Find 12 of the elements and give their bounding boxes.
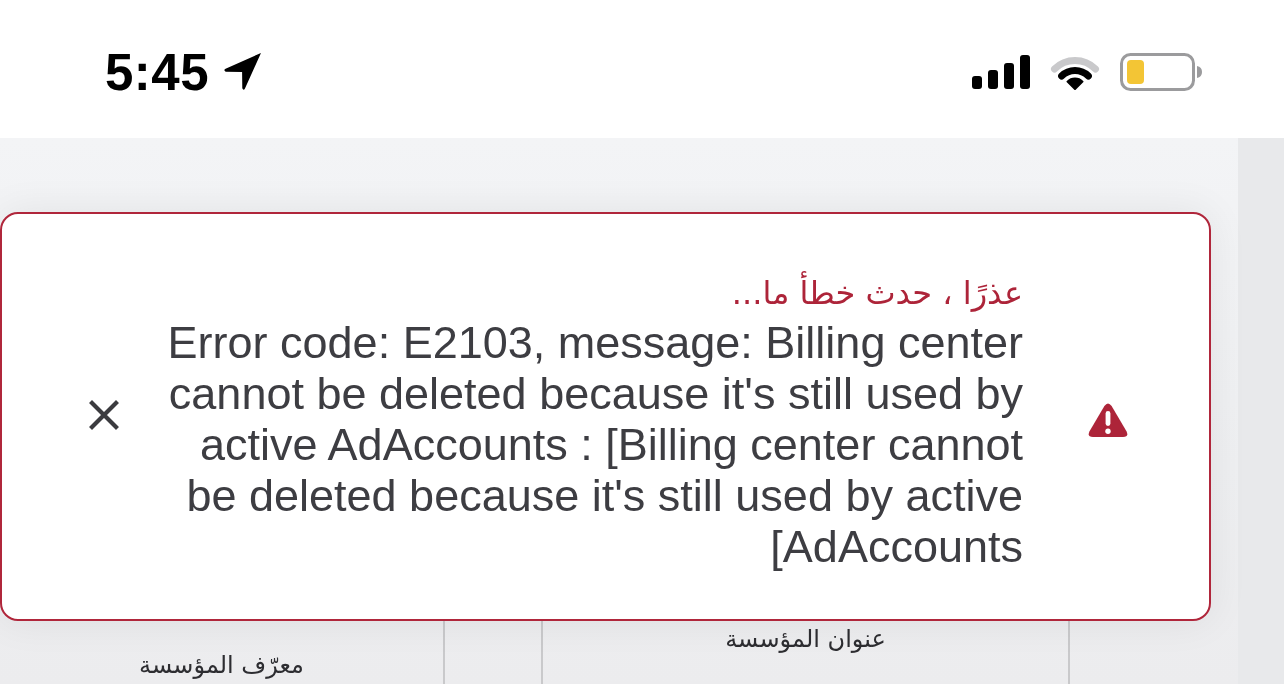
close-button[interactable] [88,398,120,431]
battery-icon [1120,53,1202,91]
error-title: عذرًا ، حدث خطأ ما... [143,273,1023,313]
column-header: معرّف المؤسسة [139,650,304,680]
signal-icon [972,55,1030,89]
location-arrow-icon [223,51,263,91]
column-header: عنوان المؤسسة [725,624,886,654]
warning-icon [1088,403,1128,438]
status-time: 5:45 [105,46,210,98]
error-message: Error code: E2103, message: Billing center cannot be deleted because it's still used by active AdAccounts : [Billing center cannot be deleted because it's still used by active [AdAccounts [166,317,1023,572]
close-icon [89,399,119,430]
wifi-icon [1050,54,1100,90]
